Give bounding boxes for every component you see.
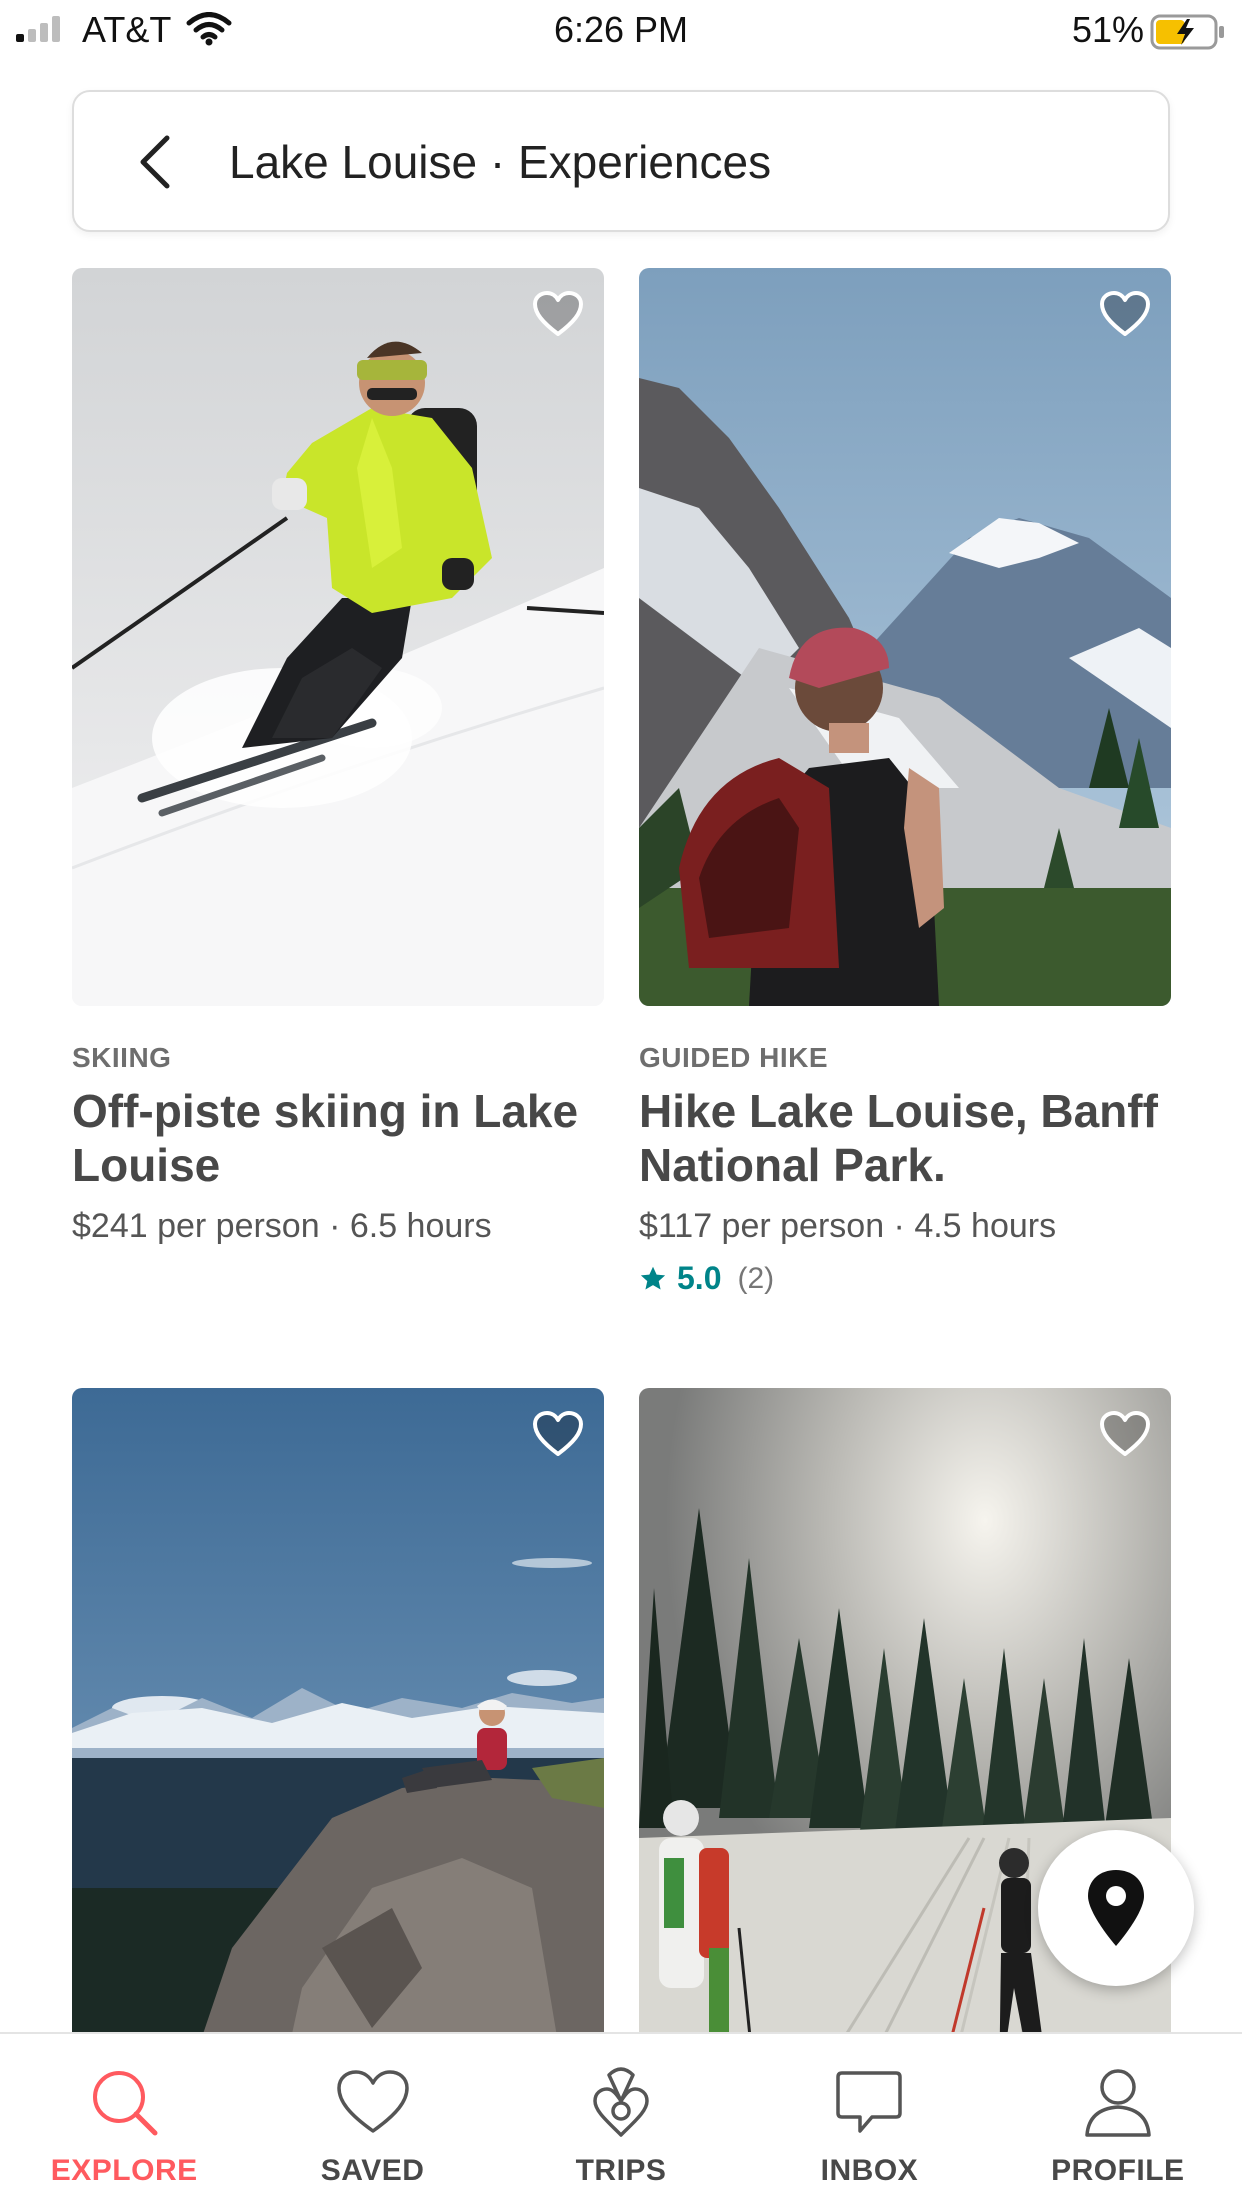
heart-icon [336,2070,409,2133]
listing-photo[interactable] [639,1388,1171,2126]
tab-inbox[interactable]: INBOX [745,2034,993,2208]
listing-card-4[interactable] [639,1388,1171,2126]
save-button[interactable] [530,1406,586,1462]
tab-saved[interactable]: SAVED [248,2034,496,2208]
save-button[interactable] [1097,1406,1153,1462]
mountain-hiker-photo [639,268,1171,1006]
rating-value: 5.0 [677,1260,722,1296]
bottom-tab-bar: EXPLORE SAVED TRIPS INBOX PROFILE [0,2032,1242,2208]
map-button[interactable] [1038,1830,1194,1986]
skier-photo [72,268,604,1006]
listing-title[interactable]: Hike Lake Louise, Banff National Park. [639,1084,1171,1192]
map-pin-icon [1088,1870,1144,1946]
review-count: (2) [737,1261,775,1295]
heart-outline-icon [533,1411,583,1456]
battery-icon [1150,14,1226,55]
tab-label: EXPLORE [50,2154,198,2187]
tab-explore[interactable]: EXPLORE [0,2034,248,2208]
page-title: Lake Louise · Experiences [229,136,772,188]
search-header: Lake Louise · Experiences [72,90,1170,232]
listing-category: GUIDED HIKE [639,1042,829,1073]
status-bar: AT&T 6:26 PM 51% [0,0,1242,60]
tab-profile[interactable]: PROFILE [994,2034,1242,2208]
listing-card-skiing[interactable]: SKIING Off-piste skiing in Lake Louise $… [72,268,604,1248]
listing-photo[interactable] [72,1388,604,2126]
heart-outline-icon [533,291,583,336]
battery-percentage: 51% [1071,9,1144,50]
tab-label: INBOX [820,2154,919,2187]
listing-price: $117 per person · 4.5 hours [639,1207,1057,1245]
heart-outline-icon [1100,1411,1150,1456]
back-button[interactable] [126,132,182,192]
search-icon [93,2071,158,2136]
save-button[interactable] [530,286,586,342]
screen: AT&T 6:26 PM 51% Lake Louise · Experienc… [0,0,1242,2208]
heart-outline-icon [1100,291,1150,336]
cross-country-ski-photo [639,1388,1171,2126]
airbnb-logo-icon [593,2067,649,2137]
listing-title[interactable]: Off-piste skiing in Lake Louise [72,1084,604,1192]
status-time: 6:26 PM [553,9,689,50]
tab-label: SAVED [320,2154,425,2187]
listing-category: SKIING [72,1042,172,1073]
listing-card-3[interactable] [72,1388,604,2126]
listing-photo[interactable] [72,268,604,1006]
cliff-view-photo [72,1388,604,2126]
star-icon [640,1266,666,1289]
tab-label: PROFILE [1051,2154,1185,2187]
person-icon [1085,2069,1151,2137]
tab-trips[interactable]: TRIPS [497,2034,745,2208]
save-button[interactable] [1097,286,1153,342]
chevron-left-icon [140,135,170,189]
listing-photo[interactable] [639,268,1171,1006]
chat-bubble-icon [836,2071,903,2133]
listing-rating: 5.0 (2) [639,1260,1171,1297]
listing-card-guided-hike[interactable]: GUIDED HIKE Hike Lake Louise, Banff Nati… [639,268,1171,1297]
listing-price: $241 per person · 6.5 hours [72,1207,492,1245]
tab-label: TRIPS [575,2154,667,2187]
